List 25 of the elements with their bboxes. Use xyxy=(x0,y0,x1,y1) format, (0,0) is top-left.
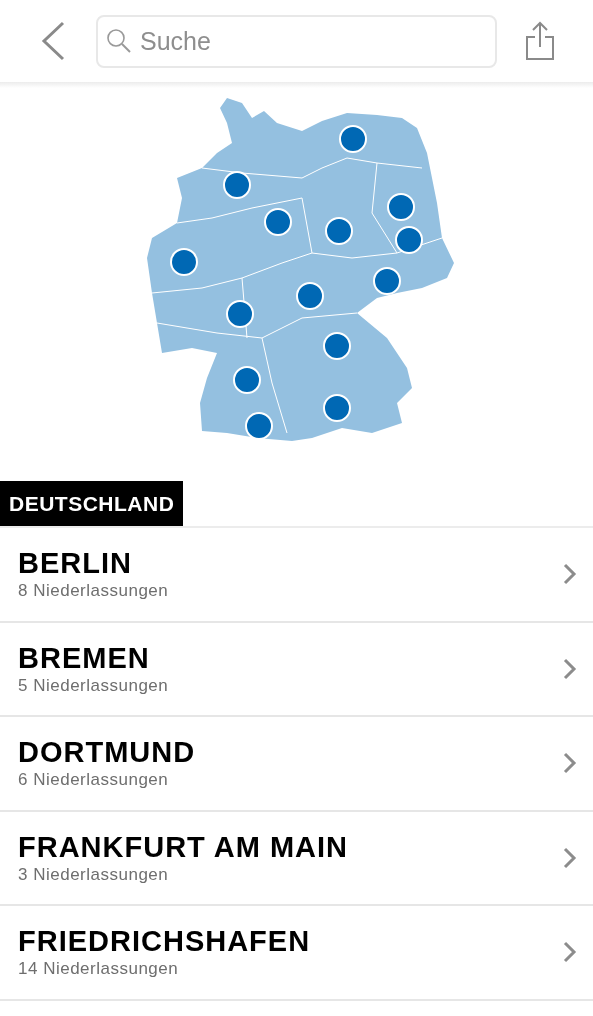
chevron-right-icon xyxy=(563,657,577,680)
search-icon xyxy=(106,27,132,54)
city-row[interactable]: FRANKFURT AM MAIN 3 Niederlassungen xyxy=(0,811,593,906)
branch-count: 5 Niederlassungen xyxy=(18,674,170,697)
chevron-right-icon xyxy=(563,752,577,775)
city-name: DORTMUND xyxy=(18,735,197,770)
chevron-right-icon xyxy=(563,563,577,586)
city-row[interactable]: BERLIN 8 Niederlassungen xyxy=(0,528,593,623)
section-header: DEUTSCHLAND xyxy=(0,481,184,526)
city-name: FRIEDRICHSHAFEN xyxy=(18,924,312,959)
share-icon xyxy=(525,21,555,61)
chevron-right-icon xyxy=(563,941,577,964)
branch-count: 6 Niederlassungen xyxy=(18,769,170,792)
branch-count: 8 Niederlassungen xyxy=(18,580,170,603)
branch-count: 3 Niederlassungen xyxy=(18,863,170,886)
city-name: BERLIN xyxy=(18,546,133,581)
branch-count: 14 Niederlassungen xyxy=(18,958,180,981)
city-row[interactable]: BREMEN 5 Niederlassungen xyxy=(0,622,593,717)
back-icon xyxy=(41,21,65,61)
city-name: FRANKFURT AM MAIN xyxy=(18,829,350,864)
city-row[interactable]: FRIEDRICHSHAFEN 14 Niederlassungen xyxy=(0,906,593,1001)
chevron-right-icon xyxy=(563,846,577,869)
search-field[interactable]: Suche xyxy=(96,14,497,68)
city-row[interactable]: DORTMUND 6 Niederlassungen xyxy=(0,717,593,812)
city-name: BREMEN xyxy=(18,640,151,675)
